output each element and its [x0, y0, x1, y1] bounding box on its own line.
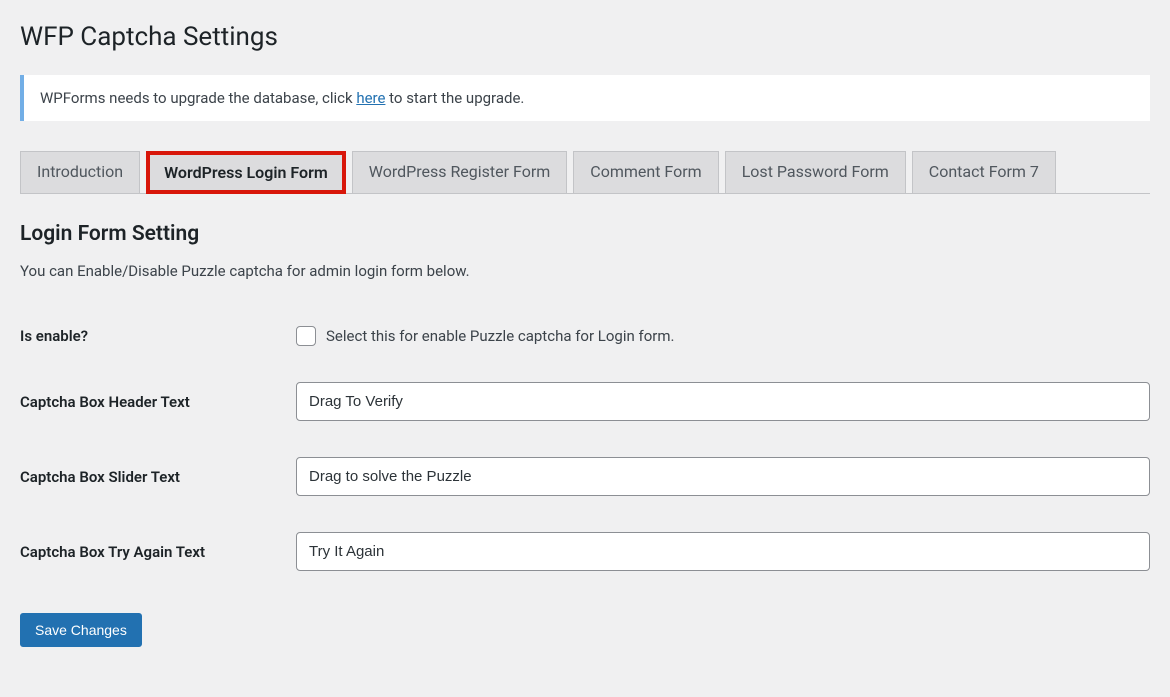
notice-suffix: to start the upgrade.: [385, 89, 524, 107]
notice-prefix: WPForms needs to upgrade the database, c…: [40, 89, 356, 107]
try-again-text-label: Captcha Box Try Again Text: [20, 514, 296, 589]
header-text-label: Captcha Box Header Text: [20, 364, 296, 439]
header-text-input[interactable]: [296, 382, 1150, 421]
tab-introduction[interactable]: Introduction: [20, 151, 140, 194]
tab-wordpress-login-form[interactable]: WordPress Login Form: [146, 151, 346, 194]
section-description: You can Enable/Disable Puzzle captcha fo…: [20, 256, 1150, 308]
upgrade-notice: WPForms needs to upgrade the database, c…: [20, 75, 1150, 121]
try-again-text-input[interactable]: [296, 532, 1150, 571]
page-title: WFP Captcha Settings: [20, 10, 1150, 70]
tab-lost-password-form[interactable]: Lost Password Form: [725, 151, 906, 194]
slider-text-input[interactable]: [296, 457, 1150, 496]
upgrade-link[interactable]: here: [356, 89, 385, 107]
tab-contact-form-7[interactable]: Contact Form 7: [912, 151, 1056, 194]
section-title: Login Form Setting: [20, 194, 1150, 256]
slider-text-label: Captcha Box Slider Text: [20, 439, 296, 514]
tab-wordpress-register-form[interactable]: WordPress Register Form: [352, 151, 568, 194]
is-enable-label: Is enable?: [20, 308, 296, 364]
is-enable-description: Select this for enable Puzzle captcha fo…: [326, 327, 674, 345]
save-changes-button[interactable]: Save Changes: [20, 613, 142, 647]
tab-comment-form[interactable]: Comment Form: [573, 151, 718, 194]
is-enable-checkbox[interactable]: [296, 326, 316, 346]
nav-tabs: Introduction WordPress Login Form WordPr…: [20, 141, 1150, 194]
